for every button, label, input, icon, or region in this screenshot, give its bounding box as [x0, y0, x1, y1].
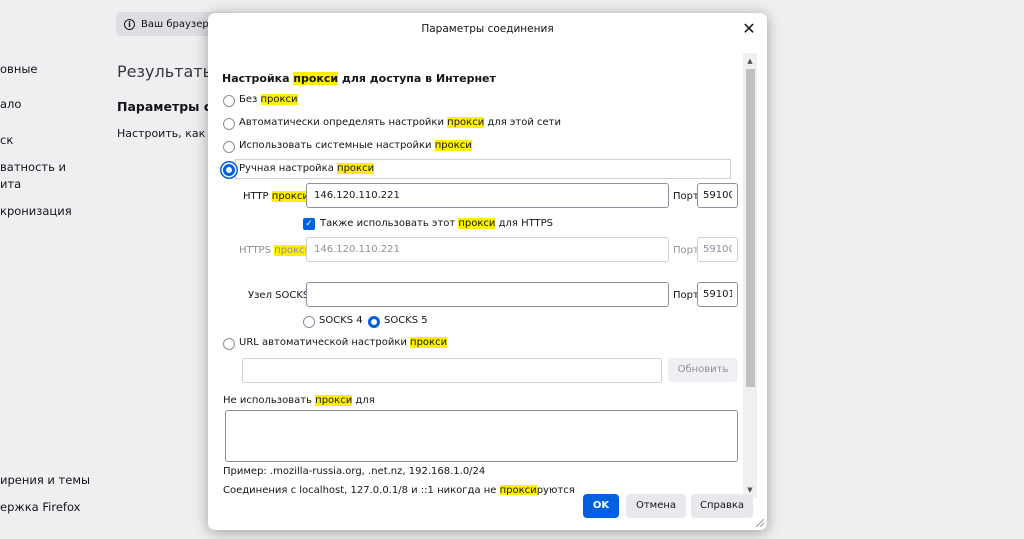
cancel-button[interactable]: Отмена: [626, 494, 686, 518]
socks5-label[interactable]: SOCKS 5: [384, 315, 428, 326]
also-https-checkbox[interactable]: ✓: [303, 218, 315, 230]
no-proxy-radio[interactable]: [223, 95, 235, 107]
proxy-heading: Настройка прокси для доступа в Интернет: [222, 72, 496, 85]
dialog-content: Настройка прокси для доступа в Интернет …: [208, 45, 743, 495]
reload-button[interactable]: Обновить: [668, 358, 738, 382]
socks-host-input[interactable]: [306, 282, 669, 307]
localhost-note: Соединения с localhost, 127.0.0.1/8 и ::…: [223, 485, 575, 495]
auto-url-input[interactable]: [242, 358, 662, 383]
http-port-input[interactable]: [697, 183, 738, 208]
https-proxy-label: HTTPS прокси: [239, 245, 312, 256]
dialog-title: Параметры соединения: [421, 23, 554, 35]
no-proxy-for-label: Не использовать прокси для: [223, 395, 375, 406]
auto-url-label[interactable]: URL автоматической настройки прокси: [239, 337, 448, 348]
https-port-label: Порт: [673, 245, 699, 256]
system-proxy-radio[interactable]: [223, 141, 235, 153]
auto-detect-label[interactable]: Автоматически определять настройки прокс…: [239, 117, 561, 128]
http-port-label: Порт: [673, 191, 699, 202]
manual-proxy-radio[interactable]: [223, 164, 235, 176]
no-proxy-for-textarea[interactable]: [225, 410, 738, 462]
scroll-thumb[interactable]: [746, 69, 755, 387]
https-port-input[interactable]: [697, 237, 738, 262]
scroll-up-icon[interactable]: ▲: [743, 55, 757, 67]
ok-button[interactable]: OK: [583, 494, 619, 518]
also-https-label[interactable]: Также использовать этот прокси для HTTPS: [320, 218, 553, 229]
connection-settings-dialog: Параметры соединения ✕ Настройка прокси …: [208, 13, 767, 530]
socks-port-label: Порт: [673, 290, 699, 301]
system-proxy-label[interactable]: Использовать системные настройки прокси: [239, 140, 472, 151]
socks5-radio[interactable]: [368, 316, 380, 328]
socks4-radio[interactable]: [303, 316, 315, 328]
auto-url-radio[interactable]: [223, 338, 235, 350]
http-proxy-label: HTTP прокси: [243, 191, 309, 202]
http-proxy-input[interactable]: [306, 183, 669, 208]
close-icon[interactable]: ✕: [739, 19, 759, 39]
no-proxy-label[interactable]: Без прокси: [239, 94, 298, 105]
resize-grip-icon[interactable]: [754, 517, 764, 527]
socks-host-label: Узел SOCKS: [248, 290, 310, 301]
socks-port-input[interactable]: [697, 282, 738, 307]
auto-detect-radio[interactable]: [223, 118, 235, 130]
example-text: Пример: .mozilla-russia.org, .net.nz, 19…: [223, 466, 486, 477]
manual-proxy-label[interactable]: Ручная настройка прокси: [239, 163, 375, 174]
https-proxy-input[interactable]: [306, 237, 669, 262]
dialog-scrollbar[interactable]: ▲ ▼: [743, 53, 757, 498]
help-button[interactable]: Справка: [691, 494, 753, 518]
socks4-label[interactable]: SOCKS 4: [319, 315, 363, 326]
